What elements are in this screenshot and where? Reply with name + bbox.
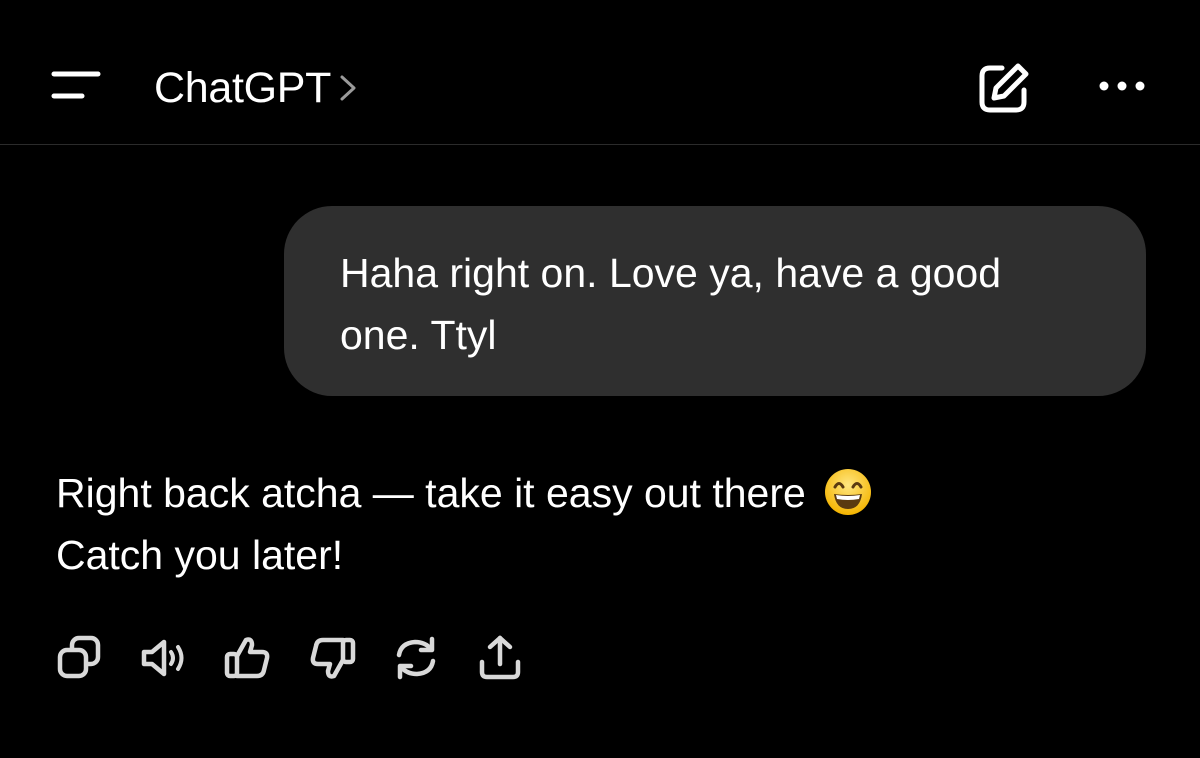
read-aloud-button[interactable]: [136, 630, 192, 686]
assistant-message-line: Catch you later!: [56, 532, 344, 578]
copy-button[interactable]: [52, 630, 108, 686]
regenerate-button[interactable]: [388, 630, 444, 686]
more-horizontal-icon: [1099, 81, 1145, 91]
read-aloud-icon: [141, 639, 184, 677]
edit-icon: [979, 63, 1029, 113]
thumbs-down-button[interactable]: [304, 630, 360, 686]
new-chat-button[interactable]: [972, 58, 1034, 120]
assistant-message-line: Right back atcha — take it easy out ther…: [56, 470, 806, 516]
user-message-line: one. Ttyl: [340, 312, 497, 358]
user-message-bubble: Haha right on. Love ya, have a good one.…: [284, 206, 1146, 396]
share-button[interactable]: [472, 630, 528, 686]
page-title: ChatGPT: [154, 63, 332, 112]
more-options-button[interactable]: [1090, 64, 1154, 108]
grinning-face-with-smiling-eyes-emoji: [825, 469, 872, 516]
top-bar: ChatGPT: [0, 0, 1200, 145]
share-icon: [479, 635, 521, 680]
user-message-line: Haha right on. Love ya, have a good: [340, 250, 1002, 296]
thumbs-up-button[interactable]: [220, 630, 276, 686]
chevron-right-icon: [340, 75, 356, 101]
thumbs-down-icon: [310, 637, 356, 679]
model-selector[interactable]: ChatGPT: [154, 60, 359, 116]
assistant-message: Right back atcha — take it easy out ther…: [56, 462, 1056, 586]
thumbs-up-icon: [224, 637, 270, 679]
sidebar-menu-button[interactable]: [40, 62, 112, 114]
regenerate-icon: [396, 636, 436, 680]
menu-icon: [51, 71, 101, 99]
copy-icon: [57, 635, 101, 679]
